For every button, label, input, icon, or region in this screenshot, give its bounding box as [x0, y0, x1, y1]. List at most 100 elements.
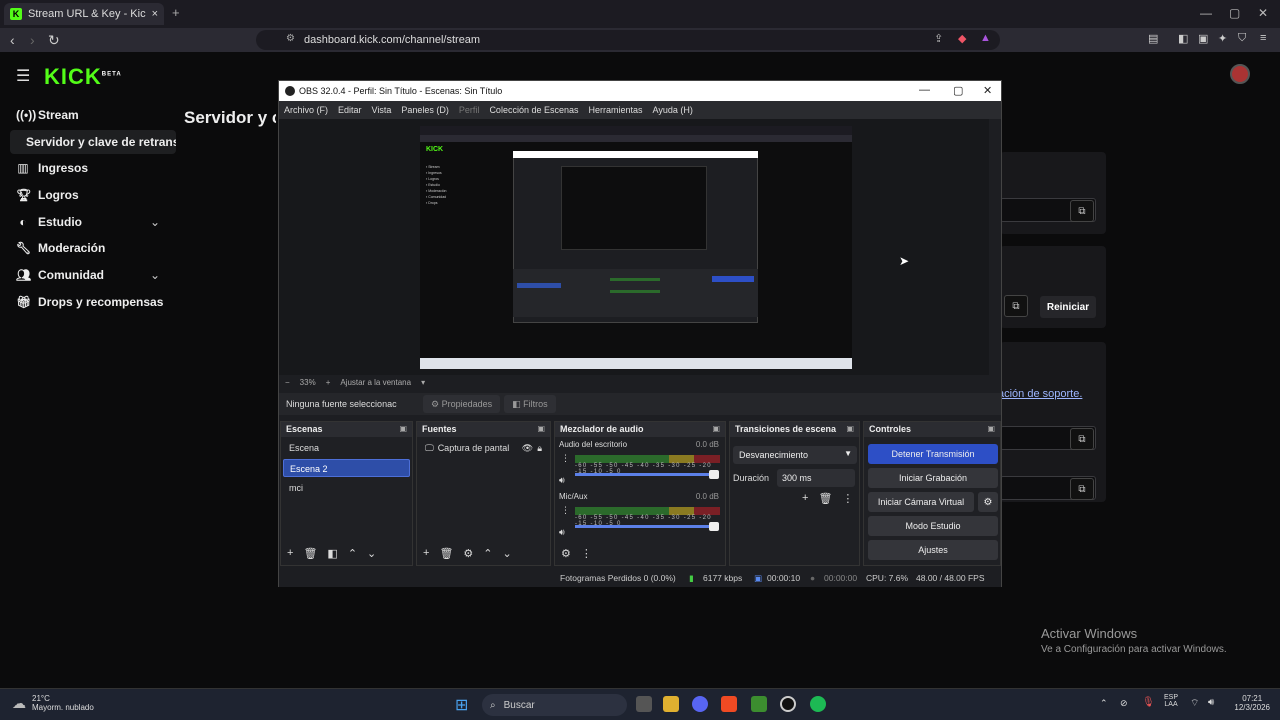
menu-vista[interactable]: Vista — [367, 105, 397, 115]
taskbar-search[interactable]: ⌕ Buscar — [482, 694, 627, 716]
url-bar[interactable]: ⚙ dashboard.kick.com/channel/stream ⇪ ◆ … — [256, 30, 1000, 50]
avatar[interactable] — [1230, 64, 1250, 84]
fit-window-label[interactable]: Ajustar a la ventana — [340, 378, 411, 387]
obs-icon[interactable] — [780, 696, 796, 712]
minimize-icon[interactable]: — — [919, 84, 930, 96]
virtual-camera-button[interactable]: Iniciar Cámara Virtual — [868, 492, 974, 512]
sidebar-item-logros[interactable]: 🏆︎ Logros — [16, 188, 79, 202]
site-info-icon[interactable]: ⚙ — [286, 33, 295, 44]
transition-select[interactable]: Desvanecimiento ▼ — [733, 446, 857, 464]
close-icon[interactable]: ✕ — [983, 84, 992, 97]
chevron-down-icon[interactable]: ⌄ — [150, 268, 160, 282]
wifi-icon[interactable]: ⌔ — [1190, 697, 1199, 710]
language-indicator[interactable]: ESP LAA — [1164, 694, 1178, 708]
zoom-menu-icon[interactable]: ▾ — [421, 378, 425, 387]
properties-button[interactable]: ⚙ Propiedades — [423, 395, 501, 413]
kick-logo[interactable]: KICKBETA — [44, 64, 122, 90]
menu-icon[interactable]: ≡ — [1260, 32, 1266, 44]
rewards-icon[interactable]: ▲ — [980, 32, 991, 44]
trash-icon[interactable]: 🗑︎ — [439, 547, 453, 560]
gear-icon[interactable]: ⚙ — [978, 492, 998, 512]
microphone-icon[interactable]: 🎙︎ — [1142, 697, 1155, 708]
minimize-icon[interactable]: — — [1200, 6, 1212, 20]
network-off-icon[interactable]: ⊘ — [1120, 698, 1128, 709]
copy-icon[interactable]: ⧉ — [1070, 478, 1094, 500]
weather-widget[interactable]: ☁ 21°C Mayorm. nublado — [12, 694, 94, 712]
more-icon[interactable]: ⋮ — [842, 492, 853, 505]
scene-item[interactable]: Escena 2 — [283, 459, 410, 477]
sidebar-item-stream[interactable]: ((•)) Stream — [16, 108, 79, 122]
volume-icon[interactable]: 🔊︎ — [1208, 697, 1214, 708]
brave-shield-icon[interactable]: ◆ — [958, 32, 966, 45]
add-icon[interactable]: + — [287, 547, 293, 560]
new-tab-icon[interactable]: + — [172, 5, 180, 20]
share-icon[interactable]: ⇪ — [934, 32, 943, 45]
copy-icon[interactable]: ⧉ — [1004, 295, 1028, 317]
support-link[interactable]: ación de soporte. — [998, 388, 1082, 400]
undock-icon[interactable]: ▣ — [987, 424, 995, 433]
studio-mode-button[interactable]: Modo Estudio — [868, 516, 998, 536]
vpn-icon[interactable]: ⛉ — [1238, 32, 1246, 45]
volume-slider[interactable] — [575, 470, 719, 479]
minecraft-icon[interactable] — [751, 696, 767, 712]
browser-tab[interactable]: K Stream URL & Key - Kick Dashbo × — [4, 3, 164, 25]
menu-archivo[interactable]: Archivo (F) — [279, 105, 333, 115]
copy-icon[interactable]: ⧉ — [1070, 200, 1094, 222]
reset-key-button[interactable]: Reiniciar — [1040, 296, 1096, 318]
menu-perfil[interactable]: Perfil — [454, 105, 485, 115]
speaker-icon[interactable]: 🔊︎ — [559, 527, 565, 538]
gear-icon[interactable]: ⚙ — [463, 547, 473, 560]
menu-editar[interactable]: Editar — [333, 105, 367, 115]
arrow-down-icon[interactable]: ⌄ — [503, 547, 512, 560]
reload-icon[interactable]: ↻ — [48, 32, 60, 49]
stream-preview[interactable]: KICK ▪ Stream ▪ Ingresos ▪ Logros ▪ Estudio… — [420, 126, 852, 369]
sidebar-icon[interactable]: ▤ — [1148, 32, 1158, 45]
zoom-in-icon[interactable]: + — [326, 378, 331, 387]
trash-icon[interactable]: 🗑︎ — [303, 547, 317, 560]
arrow-up-icon[interactable]: ⌃ — [348, 547, 357, 560]
start-recording-button[interactable]: Iniciar Grabación — [868, 468, 998, 488]
speaker-icon[interactable]: 🔊︎ — [559, 475, 565, 486]
clock[interactable]: 07:21 12/3/2026 — [1234, 694, 1270, 712]
lock-icon[interactable]: 🔒︎ — [537, 443, 542, 454]
discord-icon[interactable] — [692, 696, 708, 712]
undock-icon[interactable]: ▣ — [846, 424, 854, 433]
brave-icon[interactable] — [721, 696, 737, 712]
volume-slider[interactable] — [575, 522, 719, 531]
more-icon[interactable]: ⋮ — [581, 547, 592, 560]
filters-button[interactable]: ◧ Filtros — [504, 395, 556, 413]
arrow-up-icon[interactable]: ⌃ — [483, 547, 492, 560]
menu-herramientas[interactable]: Herramientas — [584, 105, 648, 115]
sidebar-item-estudio[interactable]: ◐ Estudio — [16, 215, 82, 229]
undock-icon[interactable]: ▣ — [537, 424, 545, 433]
scene-item[interactable]: Escena — [283, 439, 410, 457]
file-explorer-icon[interactable] — [663, 696, 679, 712]
sidebar-item-moderacion[interactable]: 🔧︎ Moderación — [16, 241, 105, 255]
close-tab-icon[interactable]: × — [152, 8, 158, 20]
menu-coleccion[interactable]: Colección de Escenas — [484, 105, 583, 115]
close-window-icon[interactable]: ✕ — [1258, 6, 1268, 20]
hamburger-menu-icon[interactable]: ☰ — [16, 66, 30, 86]
windows-start-icon[interactable]: ⊞ — [455, 695, 468, 715]
more-icon[interactable]: ⋮ — [561, 505, 570, 516]
trash-icon[interactable]: 🗑︎ — [818, 492, 832, 505]
arrow-down-icon[interactable]: ⌄ — [367, 547, 376, 560]
add-icon[interactable]: + — [423, 547, 429, 560]
spotify-icon[interactable] — [810, 696, 826, 712]
source-item[interactable]: 🖵︎ Captura de pantal 👁︎ 🔒︎ — [419, 439, 548, 457]
sidebar-item-stream-key[interactable]: Servidor y clave de retransm — [10, 130, 176, 154]
undock-icon[interactable]: ▣ — [712, 424, 720, 433]
eye-icon[interactable]: 👁︎ — [522, 443, 533, 454]
advanced-audio-icon[interactable]: ⚙ — [561, 547, 571, 560]
chevron-up-icon[interactable]: ⌃ — [1100, 698, 1108, 709]
more-icon[interactable]: ⋮ — [561, 453, 570, 464]
back-icon[interactable]: ‹ — [10, 32, 15, 48]
duration-field[interactable]: 300 ms — [777, 469, 855, 487]
menu-paneles[interactable]: Paneles (D) — [396, 105, 454, 115]
forward-icon[interactable]: › — [30, 32, 35, 48]
maximize-icon[interactable]: ▢ — [953, 84, 963, 97]
task-view-icon[interactable] — [636, 696, 652, 712]
panel-icon[interactable]: ◧ — [1178, 32, 1188, 45]
menu-ayuda[interactable]: Ayuda (H) — [648, 105, 698, 115]
scene-item[interactable]: mci — [283, 479, 410, 497]
